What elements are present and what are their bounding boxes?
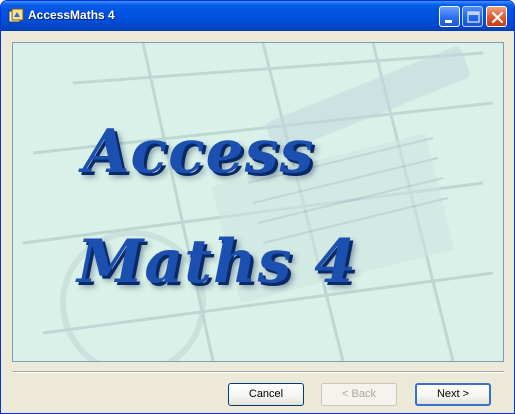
logo-line-access: Access — [83, 117, 315, 187]
maximize-icon — [467, 11, 480, 23]
back-button[interactable]: < Back — [321, 383, 397, 406]
title-bar[interactable]: AccessMaths 4 — [1, 1, 514, 31]
app-icon — [8, 8, 24, 24]
logo-line-maths: Maths 4 — [77, 227, 358, 297]
splash-background — [13, 43, 503, 361]
cancel-button[interactable]: Cancel — [228, 383, 304, 406]
maximize-button[interactable] — [462, 6, 483, 27]
minimize-icon — [445, 20, 452, 23]
next-button[interactable]: Next > — [415, 383, 491, 406]
button-divider — [12, 371, 504, 373]
close-icon — [491, 11, 504, 24]
installer-window: Access Maths 4 Access Maths 4 Cancel < Ba… — [0, 0, 515, 414]
splash-panel: Access Maths 4 — [12, 42, 504, 362]
close-button[interactable] — [486, 6, 507, 27]
minimize-button[interactable] — [439, 6, 460, 27]
window-title: AccessMaths 4 — [28, 8, 115, 22]
